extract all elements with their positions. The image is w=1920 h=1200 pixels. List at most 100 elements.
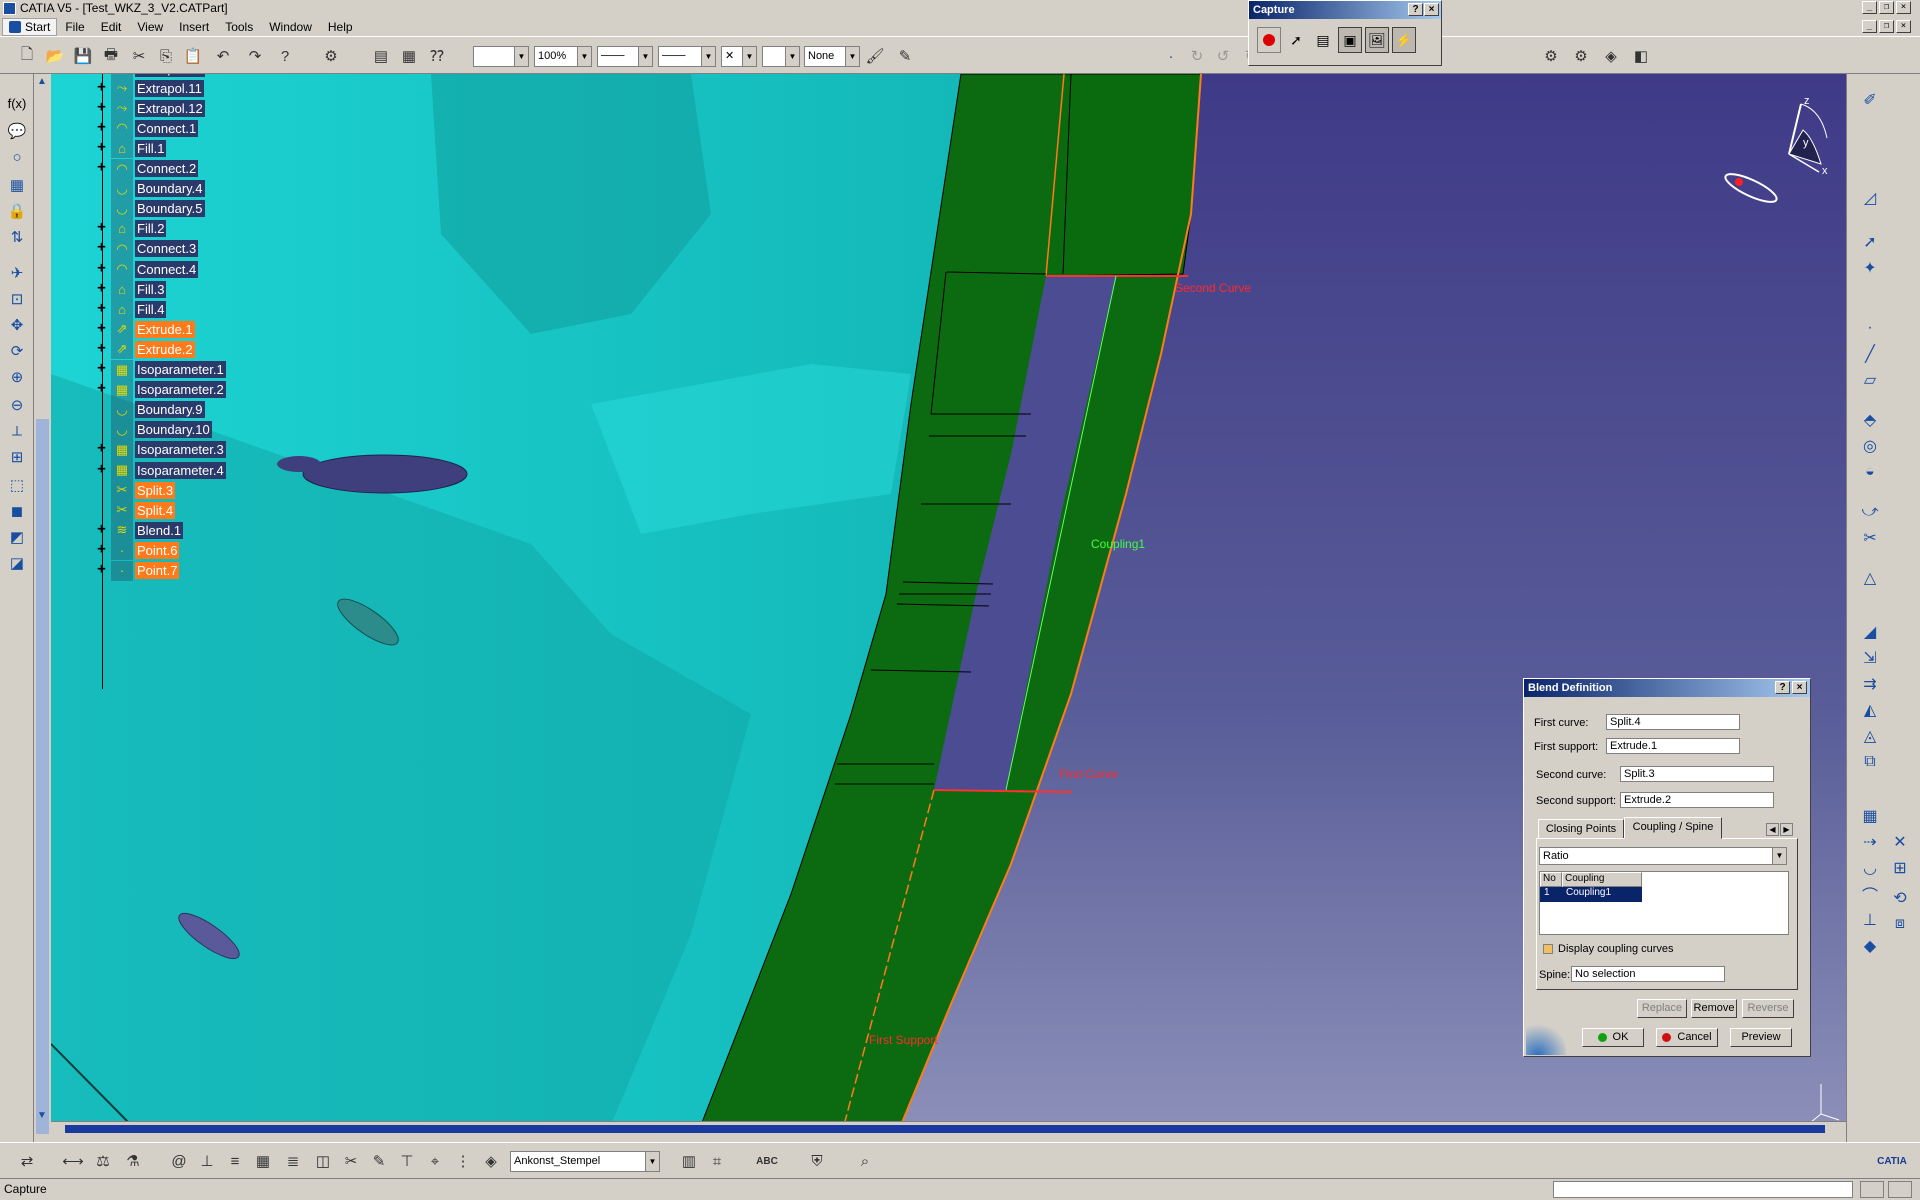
split-tool-icon[interactable]: ✂ [1857, 526, 1883, 550]
iso-view-icon[interactable]: ⬚ [6, 474, 28, 496]
spiral-icon[interactable]: @ [168, 1150, 190, 1172]
translate-icon[interactable]: ⇲ [1857, 646, 1883, 670]
properties-icon[interactable]: ✎ [894, 46, 916, 66]
tree-node[interactable]: + ⇗ Extrude.2 [95, 339, 195, 360]
record-icon[interactable] [1257, 27, 1281, 53]
doc-close-button[interactable]: × [1896, 20, 1911, 33]
capture-help-button[interactable]: ? [1408, 3, 1423, 16]
image-icon[interactable]: 🖼 [1365, 27, 1389, 53]
tree-node[interactable]: ◡ Boundary.4 [95, 178, 205, 199]
first-curve-label[interactable]: First Curve [1059, 767, 1118, 781]
tree-node[interactable]: + ⌂ Fill.2 [95, 218, 167, 239]
tree-node[interactable]: + ⤳ Extrapol.12 [95, 98, 205, 119]
tree-node[interactable]: ◡ Boundary.5 [95, 198, 205, 219]
close-button[interactable]: × [1896, 1, 1911, 14]
fit-all-icon[interactable]: ⊡ [6, 288, 28, 310]
menu-tools[interactable]: Tools [217, 17, 261, 37]
tab-closing-points[interactable]: Closing Points [1538, 819, 1624, 839]
second-curve-label[interactable]: Second Curve [1175, 281, 1251, 295]
expand-icon[interactable]: + [95, 74, 108, 75]
measure-icon[interactable]: ⟷ [62, 1150, 84, 1172]
tree-node[interactable]: + ⌂ Fill.4 [95, 299, 167, 320]
query-tool-icon[interactable]: ⌖ [424, 1150, 446, 1172]
fly-icon[interactable]: ✈ [6, 262, 28, 284]
expand-icon[interactable]: + [95, 381, 108, 396]
undo-icon[interactable]: ↶ [212, 46, 234, 66]
offset-icon[interactable]: ⧉ [1857, 750, 1883, 774]
first-support-label[interactable]: First Support [869, 1033, 938, 1047]
select-mode-icon[interactable]: ➚ [1284, 27, 1308, 53]
tree-node[interactable]: + ◠ Connect.2 [95, 158, 199, 179]
swap-visible-icon[interactable]: ▥ [678, 1150, 700, 1172]
inertia-icon[interactable]: ⚖ [92, 1150, 114, 1172]
expand-icon[interactable]: + [95, 220, 108, 235]
scroll-thumb[interactable] [36, 419, 49, 1134]
plane-icon[interactable]: ▱ [1857, 368, 1883, 392]
display-coupling-checkbox[interactable] [1543, 944, 1553, 954]
expand-icon[interactable]: + [95, 281, 108, 296]
paste-icon[interactable]: 📋 [182, 46, 204, 66]
magnify-icon[interactable]: ⌕ [854, 1150, 876, 1172]
whats-this-icon[interactable]: ? [274, 46, 296, 66]
tree-node[interactable]: + ⌂ Fill.3 [95, 279, 167, 300]
pan-icon[interactable]: ✥ [6, 314, 28, 336]
graph-icon[interactable]: ▤ [370, 46, 392, 66]
coupling-mode-select[interactable]: Ratio ▼ [1539, 847, 1787, 865]
query-icon[interactable]: ⁇ [426, 46, 448, 66]
menu-insert[interactable]: Insert [171, 17, 217, 37]
blend-close-button[interactable]: × [1792, 681, 1807, 694]
law-icon[interactable]: ⇅ [6, 226, 28, 248]
first-curve-field[interactable]: Split.4 [1606, 714, 1740, 730]
expand-icon[interactable]: + [95, 80, 108, 95]
vertical-scrollbar[interactable]: ▲ ▼ [34, 74, 51, 1134]
tree-node[interactable]: + ⇗ Extrude.1 [95, 319, 195, 340]
remove-button[interactable]: Remove [1691, 999, 1737, 1018]
preview-button[interactable]: Preview [1730, 1028, 1792, 1047]
design-table-icon[interactable]: ▦ [6, 174, 28, 196]
shield-icon[interactable]: ⛨ [806, 1150, 828, 1172]
undo-history-icon[interactable]: ↺ [1212, 46, 1234, 66]
expand-icon[interactable]: + [95, 462, 108, 477]
col-header-coupling[interactable]: Coupling [1562, 872, 1642, 887]
redo-icon[interactable]: ↷ [244, 46, 266, 66]
rotate-icon[interactable]: ⟳ [6, 340, 28, 362]
print-icon[interactable]: 🖶 [100, 46, 122, 66]
spine-field[interactable]: No selection [1571, 966, 1725, 982]
expand-icon[interactable]: + [95, 240, 108, 255]
second-support-field[interactable]: Extrude.2 [1620, 792, 1774, 808]
copy-icon[interactable]: ⎘ [155, 46, 177, 66]
zoom-out-icon[interactable]: ⊖ [6, 394, 28, 416]
swap-space-icon[interactable]: ◪ [6, 552, 28, 574]
expand-icon[interactable]: + [95, 361, 108, 376]
color-combo[interactable]: ▼ [473, 46, 529, 67]
expand-icon[interactable]: + [95, 542, 108, 557]
line-icon[interactable]: ╱ [1857, 342, 1883, 366]
axis-xn-icon[interactable]: ✕ [1887, 830, 1913, 854]
scroll-up-icon[interactable]: ▲ [37, 76, 47, 87]
tree-node[interactable]: ◡ Boundary.10 [95, 419, 212, 440]
workbench-combo[interactable]: Ankonst_Stempel ▼ [510, 1151, 660, 1172]
shading-icon[interactable]: ◼ [6, 500, 28, 522]
extrapolate-tool-icon[interactable]: ⇉ [1857, 672, 1883, 696]
grid-tool-icon[interactable]: ▦ [252, 1150, 274, 1172]
table-row[interactable]: 1 Coupling1 [1540, 887, 1642, 902]
expand-icon[interactable]: + [95, 301, 108, 316]
new-icon[interactable]: 🗋 [16, 46, 38, 66]
cut-icon[interactable]: ✂ [128, 46, 150, 66]
analysis-icon[interactable]: ◡ [1857, 856, 1883, 880]
album-icon[interactable]: ▣ [1338, 27, 1362, 53]
axis-icon[interactable]: ⊥ [196, 1150, 218, 1172]
tree-node[interactable]: ✂ Split.4 [95, 500, 176, 521]
point-tool-icon[interactable]: · [1857, 316, 1883, 340]
sweep-icon[interactable]: ◒ [1857, 460, 1883, 484]
table-icon[interactable]: ▦ [398, 46, 420, 66]
normal-view-icon[interactable]: ⟂ [6, 420, 28, 442]
ok-button[interactable]: OK [1582, 1028, 1644, 1047]
blend-help-button[interactable]: ? [1775, 681, 1790, 694]
menu-window[interactable]: Window [261, 17, 320, 37]
macro-icon[interactable]: ⇄ [16, 1150, 38, 1172]
knowledge-advisor-icon[interactable]: ○ [6, 146, 28, 168]
extrude-tool-icon[interactable]: ⬘ [1857, 408, 1883, 432]
expand-icon[interactable]: + [95, 261, 108, 276]
sketch-icon[interactable]: ◿ [1857, 186, 1883, 210]
